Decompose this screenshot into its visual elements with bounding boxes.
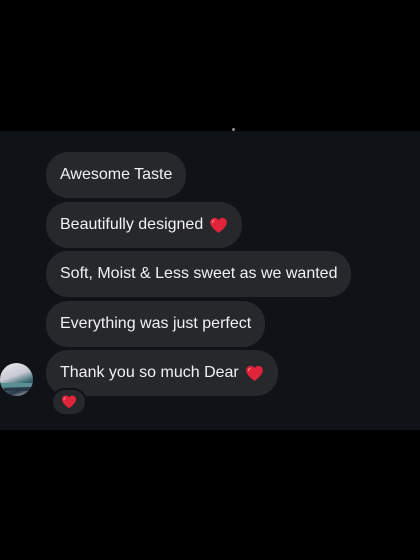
message-text: Soft, Moist & Less sweet as we wanted: [60, 265, 338, 282]
message-bubble[interactable]: Awesome Taste: [46, 152, 187, 198]
avatar-image-detail: [4, 388, 30, 391]
red-heart-icon: [61, 394, 77, 410]
message-bubble[interactable]: Beautifully designed: [46, 202, 243, 248]
sender-avatar[interactable]: [0, 363, 33, 396]
message-text: Beautifully designed: [60, 216, 204, 233]
message-bubble[interactable]: Everything was just perfect: [46, 301, 266, 347]
message-bubble[interactable]: Soft, Moist & Less sweet as we wanted: [46, 251, 352, 297]
message-text: Awesome Taste: [60, 166, 173, 183]
avatar-image-detail: [0, 383, 33, 387]
message-reaction[interactable]: [51, 388, 87, 416]
message-text: Everything was just perfect: [60, 315, 252, 332]
message-bubble[interactable]: Thank you so much Dear: [46, 350, 278, 396]
red-heart-icon: [245, 364, 264, 383]
red-heart-icon: [209, 216, 228, 235]
message-text: Thank you so much Dear: [60, 364, 239, 381]
